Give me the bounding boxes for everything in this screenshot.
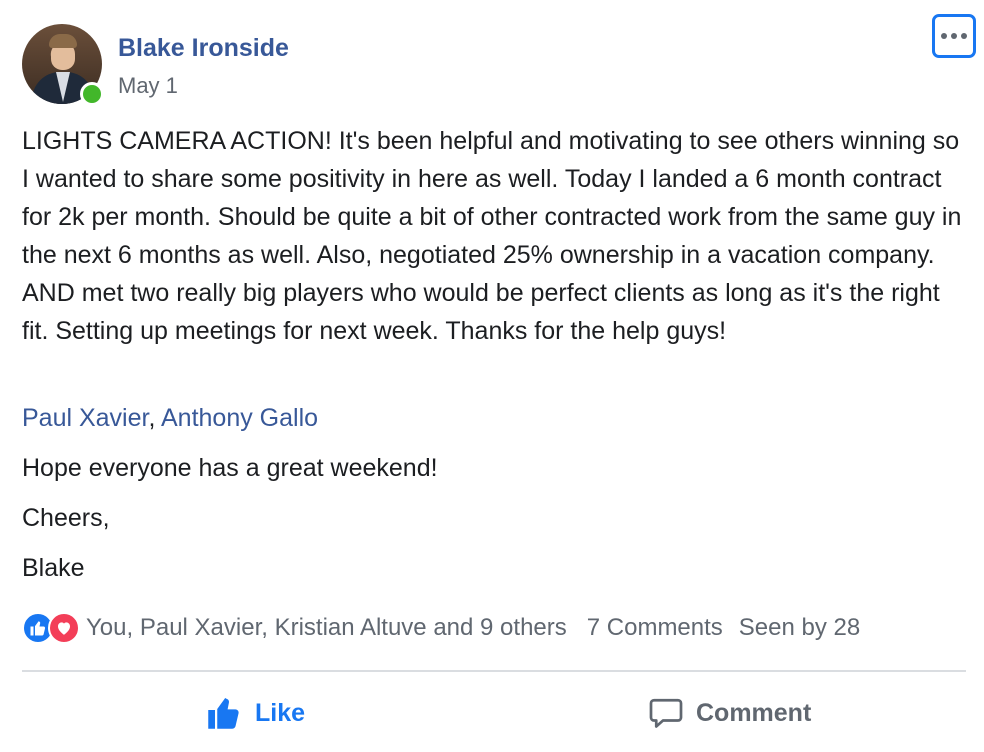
thumbs-up-icon <box>205 695 243 731</box>
author-name-link[interactable]: Blake Ironside <box>118 33 289 63</box>
like-button[interactable]: Like <box>205 688 305 738</box>
post-line-weekend: Hope everyone has a great weekend! <box>22 454 438 482</box>
reaction-icons[interactable] <box>22 612 80 644</box>
speech-bubble-icon <box>648 695 684 731</box>
post-main-text: LIGHTS CAMERA ACTION! It's been helpful … <box>22 127 962 345</box>
post-body: LIGHTS CAMERA ACTION! It's been helpful … <box>22 122 972 350</box>
comments-count-link[interactable]: 7 Comments <box>587 614 723 642</box>
author-avatar-container[interactable] <box>22 24 104 106</box>
more-dots-icon <box>941 33 947 39</box>
comment-button[interactable]: Comment <box>648 688 811 738</box>
seen-by-count[interactable]: Seen by 28 <box>739 614 860 642</box>
tag-link-anthony-gallo[interactable]: Anthony Gallo <box>161 404 318 432</box>
online-status-indicator <box>80 82 104 106</box>
reactors-summary[interactable]: You, Paul Xavier, Kristian Altuve and 9 … <box>86 614 567 642</box>
divider <box>22 670 966 672</box>
more-options-button[interactable] <box>932 14 976 58</box>
post-line-signature: Blake <box>22 554 85 582</box>
comment-label: Comment <box>696 698 812 727</box>
heart-icon <box>48 612 80 644</box>
tag-link-paul-xavier[interactable]: Paul Xavier <box>22 404 148 432</box>
post-card: Blake Ironside May 1 LIGHTS CAMERA ACTIO… <box>0 0 984 752</box>
post-timestamp[interactable]: May 1 <box>118 72 178 100</box>
reactions-bar: You, Paul Xavier, Kristian Altuve and 9 … <box>22 610 966 646</box>
like-label: Like <box>255 698 306 727</box>
tag-separator: , <box>148 404 161 432</box>
tagged-people: Paul Xavier, Anthony Gallo <box>22 400 318 436</box>
post-line-cheers: Cheers, <box>22 504 110 532</box>
